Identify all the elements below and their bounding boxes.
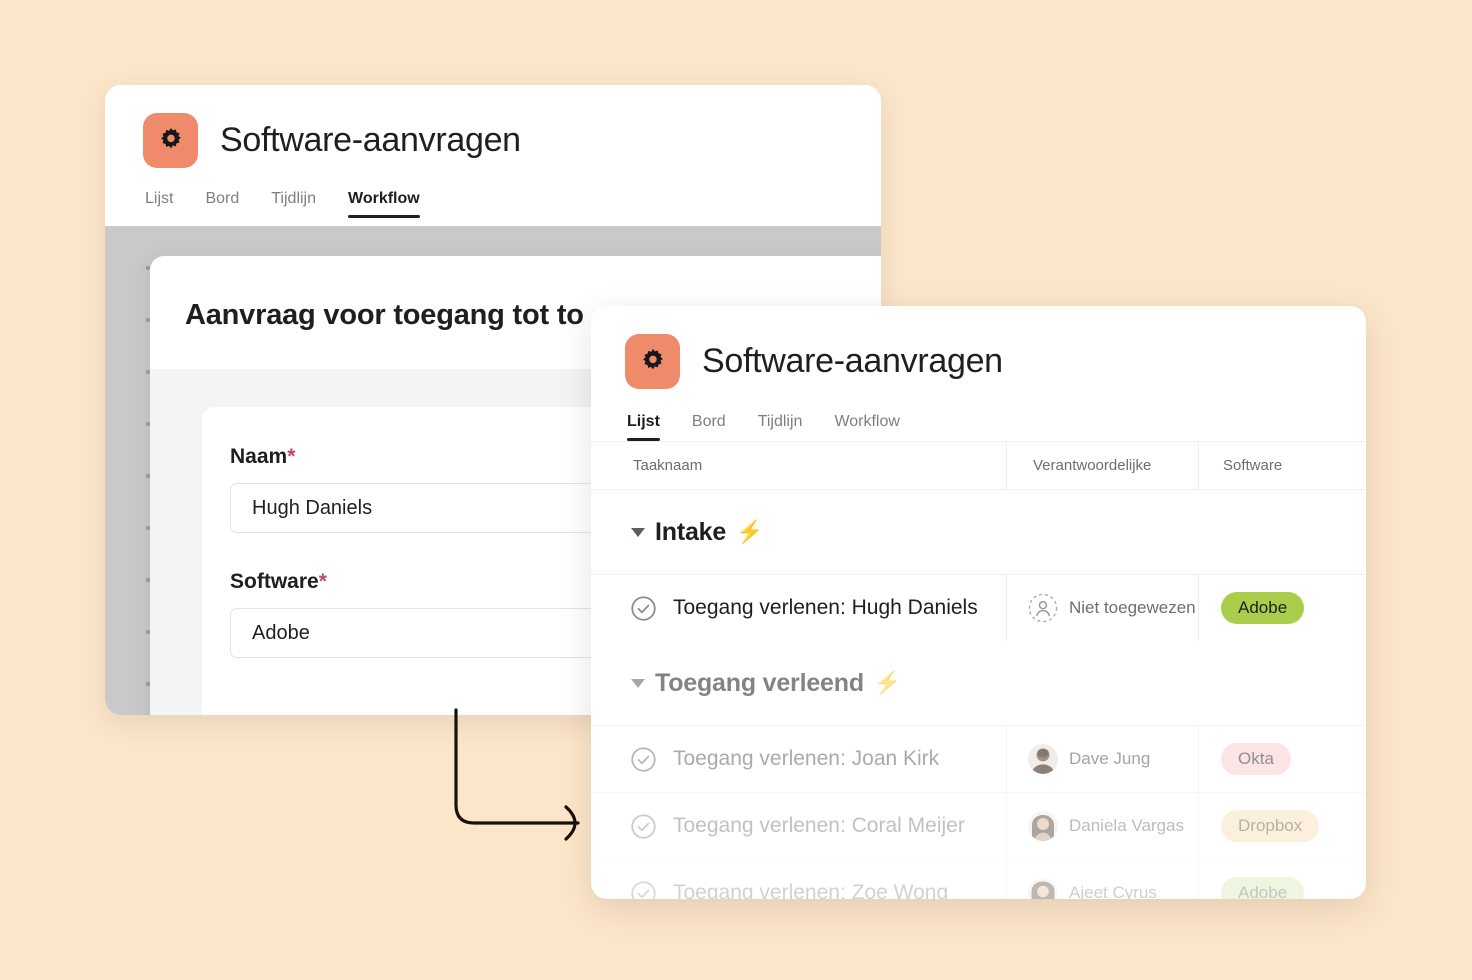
workflow-card-tabs: Lijst Bord Tijdlijn Workflow [105,168,881,218]
assignee-name: Dave Jung [1069,749,1150,769]
check-circle-icon[interactable] [630,746,657,773]
list-card-title: Software-aanvragen [702,342,1003,381]
table-row[interactable]: Toegang verlenen: Coral Meijer Daniela V… [591,792,1366,859]
tab-lijst[interactable]: Lijst [627,413,660,441]
table-row[interactable]: Toegang verlenen: Joan Kirk Dave Jung [591,725,1366,792]
photo-avatar[interactable] [1028,811,1058,841]
photo-avatar[interactable] [1028,744,1058,774]
list-brand-row: Software-aanvragen [625,334,1366,389]
task-name: Toegang verlenen: Joan Kirk [673,747,939,771]
cell-software[interactable]: Adobe [1199,860,1366,899]
column-header-verantwoordelijke[interactable]: Verantwoordelijke [1007,442,1199,489]
check-circle-icon[interactable] [630,813,657,840]
check-circle-icon[interactable] [630,880,657,900]
table-row[interactable]: Toegang verlenen: Zoe Wong Ajeet Cyrus [591,859,1366,899]
task-table: Taaknaam Verantwoordelijke Software Inta… [591,442,1366,899]
table-row[interactable]: Toegang verlenen: Hugh Daniels Niet toeg… [591,574,1366,641]
cell-verantwoordelijke[interactable]: Niet toegewezen [1007,575,1199,641]
table-header-row: Taaknaam Verantwoordelijke Software [591,442,1366,490]
cell-verantwoordelijke[interactable]: Dave Jung [1007,726,1199,792]
cell-verantwoordelijke[interactable]: Ajeet Cyrus [1007,860,1199,899]
status-badge[interactable]: Adobe [1221,877,1304,899]
gear-icon [625,334,680,389]
list-card: Software-aanvragen Lijst Bord Tijdlijn W… [591,306,1366,899]
cell-taaknaam[interactable]: Toegang verlenen: Zoe Wong [591,860,1007,899]
photo-avatar[interactable] [1028,878,1058,899]
section-title: Intake [655,518,726,547]
screenshot-stage: Software-aanvragen Lijst Bord Tijdlijn W… [0,0,1472,980]
required-marker: * [319,570,327,593]
section-title: Toegang verleend [655,669,864,698]
cell-software[interactable]: Adobe [1199,575,1366,641]
section-header-intake[interactable]: Intake ⚡ [591,490,1366,574]
column-header-taaknaam[interactable]: Taaknaam [591,442,1007,489]
cell-taaknaam[interactable]: Toegang verlenen: Coral Meijer [591,793,1007,859]
column-header-software[interactable]: Software [1199,442,1366,489]
cell-taaknaam[interactable]: Toegang verlenen: Joan Kirk [591,726,1007,792]
gear-icon [143,113,198,168]
status-badge[interactable]: Dropbox [1221,810,1319,842]
task-name: Toegang verlenen: Zoe Wong [673,881,948,899]
tab-workflow[interactable]: Workflow [348,190,420,218]
tab-tijdlijn[interactable]: Tijdlijn [271,190,316,218]
tab-workflow[interactable]: Workflow [834,413,900,441]
tab-tijdlijn[interactable]: Tijdlijn [758,413,803,441]
assignee-name: Niet toegewezen [1069,598,1196,618]
chevron-down-icon[interactable] [631,528,645,537]
cell-software[interactable]: Okta [1199,726,1366,792]
lightning-bolt-icon: ⚡ [736,521,763,543]
workflow-card-title: Software-aanvragen [220,121,521,160]
assignee-name: Ajeet Cyrus [1069,883,1157,899]
status-badge[interactable]: Okta [1221,743,1291,775]
workflow-brand-row: Software-aanvragen [105,85,881,168]
tab-bord[interactable]: Bord [205,190,239,218]
flow-arrow [420,690,620,860]
assignee-name: Daniela Vargas [1069,816,1184,836]
list-card-tabs: Lijst Bord Tijdlijn Workflow [591,389,1366,441]
cell-verantwoordelijke[interactable]: Daniela Vargas [1007,793,1199,859]
task-name: Toegang verlenen: Hugh Daniels [673,596,978,620]
cell-taaknaam[interactable]: Toegang verlenen: Hugh Daniels [591,575,1007,641]
section-header-toegang-verleend[interactable]: Toegang verleend ⚡ [591,641,1366,725]
lightning-bolt-icon: ⚡ [874,672,901,694]
tab-bord[interactable]: Bord [692,413,726,441]
task-name: Toegang verlenen: Coral Meijer [673,814,965,838]
chevron-down-icon[interactable] [631,679,645,688]
status-badge[interactable]: Adobe [1221,592,1304,624]
unassigned-avatar-icon[interactable] [1028,593,1058,623]
cell-software[interactable]: Dropbox [1199,793,1366,859]
list-card-header: Software-aanvragen [591,306,1366,389]
tab-lijst[interactable]: Lijst [145,190,173,218]
workflow-card-header: Software-aanvragen Lijst Bord Tijdlijn W… [105,85,881,226]
required-marker: * [287,445,295,468]
check-circle-icon[interactable] [630,595,657,622]
